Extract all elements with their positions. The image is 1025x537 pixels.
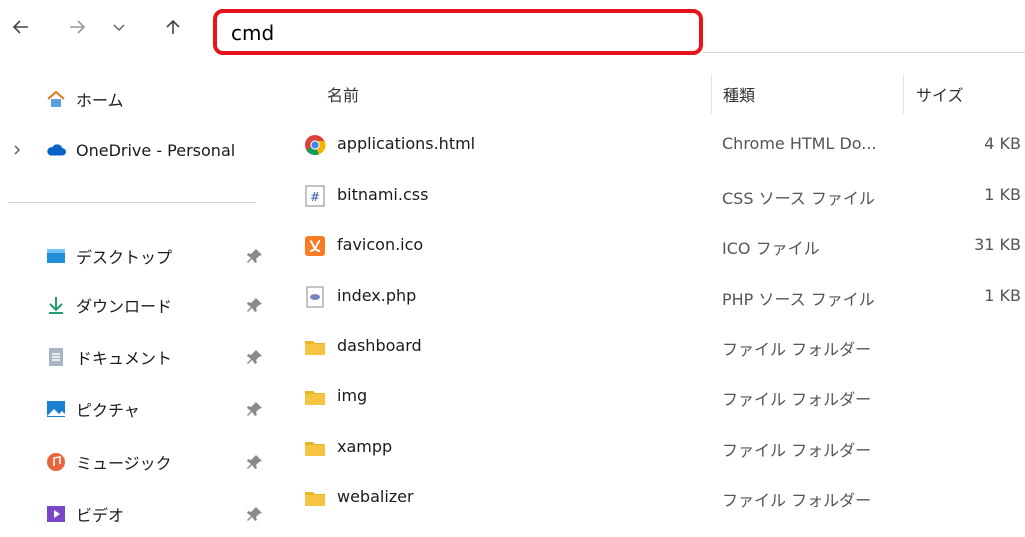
file-size: 1 KB [984,286,1021,305]
sidebar-label: ドキュメント [76,349,173,368]
documents-icon [46,347,66,367]
folder-row[interactable]: webalizer ファイル フォルダー [290,475,1025,525]
file-name: img [337,386,368,405]
sidebar-item-onedrive[interactable]: OneDrive - Personal [46,128,235,172]
folder-icon [305,391,325,405]
sidebar-item-videos[interactable]: ビデオ [46,492,124,536]
music-icon [46,452,66,472]
file-name: applications.html [337,134,476,153]
svg-text:#: # [310,190,320,204]
file-size: 4 KB [984,134,1021,153]
address-input[interactable] [229,18,693,48]
back-arrow-icon [12,20,28,34]
css-file-icon: # [305,185,325,207]
pin-icon[interactable] [246,453,264,471]
sidebar-label: ホーム [76,91,124,110]
desktop-icon [46,246,66,266]
file-name: favicon.ico [337,235,424,254]
chevron-down-icon [113,24,125,32]
php-file-icon [306,286,324,308]
up-arrow-icon [166,19,180,34]
folder-row[interactable]: dashboard ファイル フォルダー [290,324,1025,374]
file-row[interactable]: # bitnami.css CSS ソース ファイル 1 KB [290,173,1025,223]
column-separator[interactable] [711,74,712,114]
forward-arrow-icon [70,20,86,34]
video-icon [46,504,66,524]
file-type: CSS ソース ファイル [722,189,875,208]
expand-onedrive-chevron[interactable] [10,142,24,161]
column-header-type[interactable]: 種類 [723,82,755,106]
xampp-icon [305,236,325,256]
column-header-size[interactable]: サイズ [916,82,964,106]
forward-button[interactable] [64,14,90,40]
up-button[interactable] [160,14,186,40]
sidebar-label: OneDrive - Personal [76,140,236,160]
sidebar-item-home[interactable]: ホーム [46,77,124,121]
file-type: ICO ファイル [722,239,820,258]
sidebar-item-pictures[interactable]: ピクチャ [46,387,140,431]
download-icon [46,295,66,315]
pictures-icon [46,399,66,419]
folder-icon [305,492,325,506]
sidebar-label: ビデオ [76,506,125,525]
pin-icon[interactable] [246,400,264,418]
file-type: Chrome HTML Do... [722,134,877,153]
file-size: 31 KB [974,235,1021,254]
onedrive-cloud-icon [46,140,66,160]
file-size: 1 KB [984,185,1021,204]
sidebar-label: ダウンロード [76,297,173,316]
chevron-right-icon [14,145,20,155]
column-header-name[interactable]: 名前 [327,82,359,106]
sidebar-label: ミュージック [76,454,172,473]
column-separator[interactable] [903,74,904,114]
pin-icon[interactable] [246,247,264,265]
file-name: index.php [337,286,417,305]
pin-icon[interactable] [246,296,264,314]
home-icon [46,89,66,109]
file-type: ファイル フォルダー [722,390,872,409]
folder-row[interactable]: img ファイル フォルダー [290,374,1025,424]
file-type: PHP ソース ファイル [722,290,875,309]
pin-icon[interactable] [246,348,264,366]
address-bar[interactable] [213,9,703,55]
file-row[interactable]: favicon.ico ICO ファイル 31 KB [290,223,1025,273]
file-name: xampp [337,437,393,456]
back-button[interactable] [8,14,34,40]
file-type: ファイル フォルダー [722,491,872,510]
file-type: ファイル フォルダー [722,340,872,359]
chrome-icon [305,135,326,156]
folder-row[interactable]: xampp ファイル フォルダー [290,425,1025,475]
sidebar-item-documents[interactable]: ドキュメント [46,335,172,379]
recent-locations-button[interactable] [106,14,132,40]
sidebar-item-desktop[interactable]: デスクトップ [46,234,172,278]
sidebar-item-downloads[interactable]: ダウンロード [46,283,172,327]
sidebar-divider [8,202,256,203]
sidebar-label: デスクトップ [76,248,173,267]
file-type: ファイル フォルダー [722,441,872,460]
sidebar-label: ピクチャ [76,401,140,420]
file-name: webalizer [337,487,414,506]
folder-icon [305,442,325,456]
file-row[interactable]: index.php PHP ソース ファイル 1 KB [290,274,1025,324]
file-row[interactable]: applications.html Chrome HTML Do... 4 KB [290,122,1025,172]
pin-icon[interactable] [246,505,264,523]
address-bar-underline [703,52,1025,53]
file-name: bitnami.css [337,185,429,204]
file-name: dashboard [337,336,422,355]
folder-icon [305,341,325,355]
sidebar-item-music[interactable]: ミュージック [46,440,172,484]
